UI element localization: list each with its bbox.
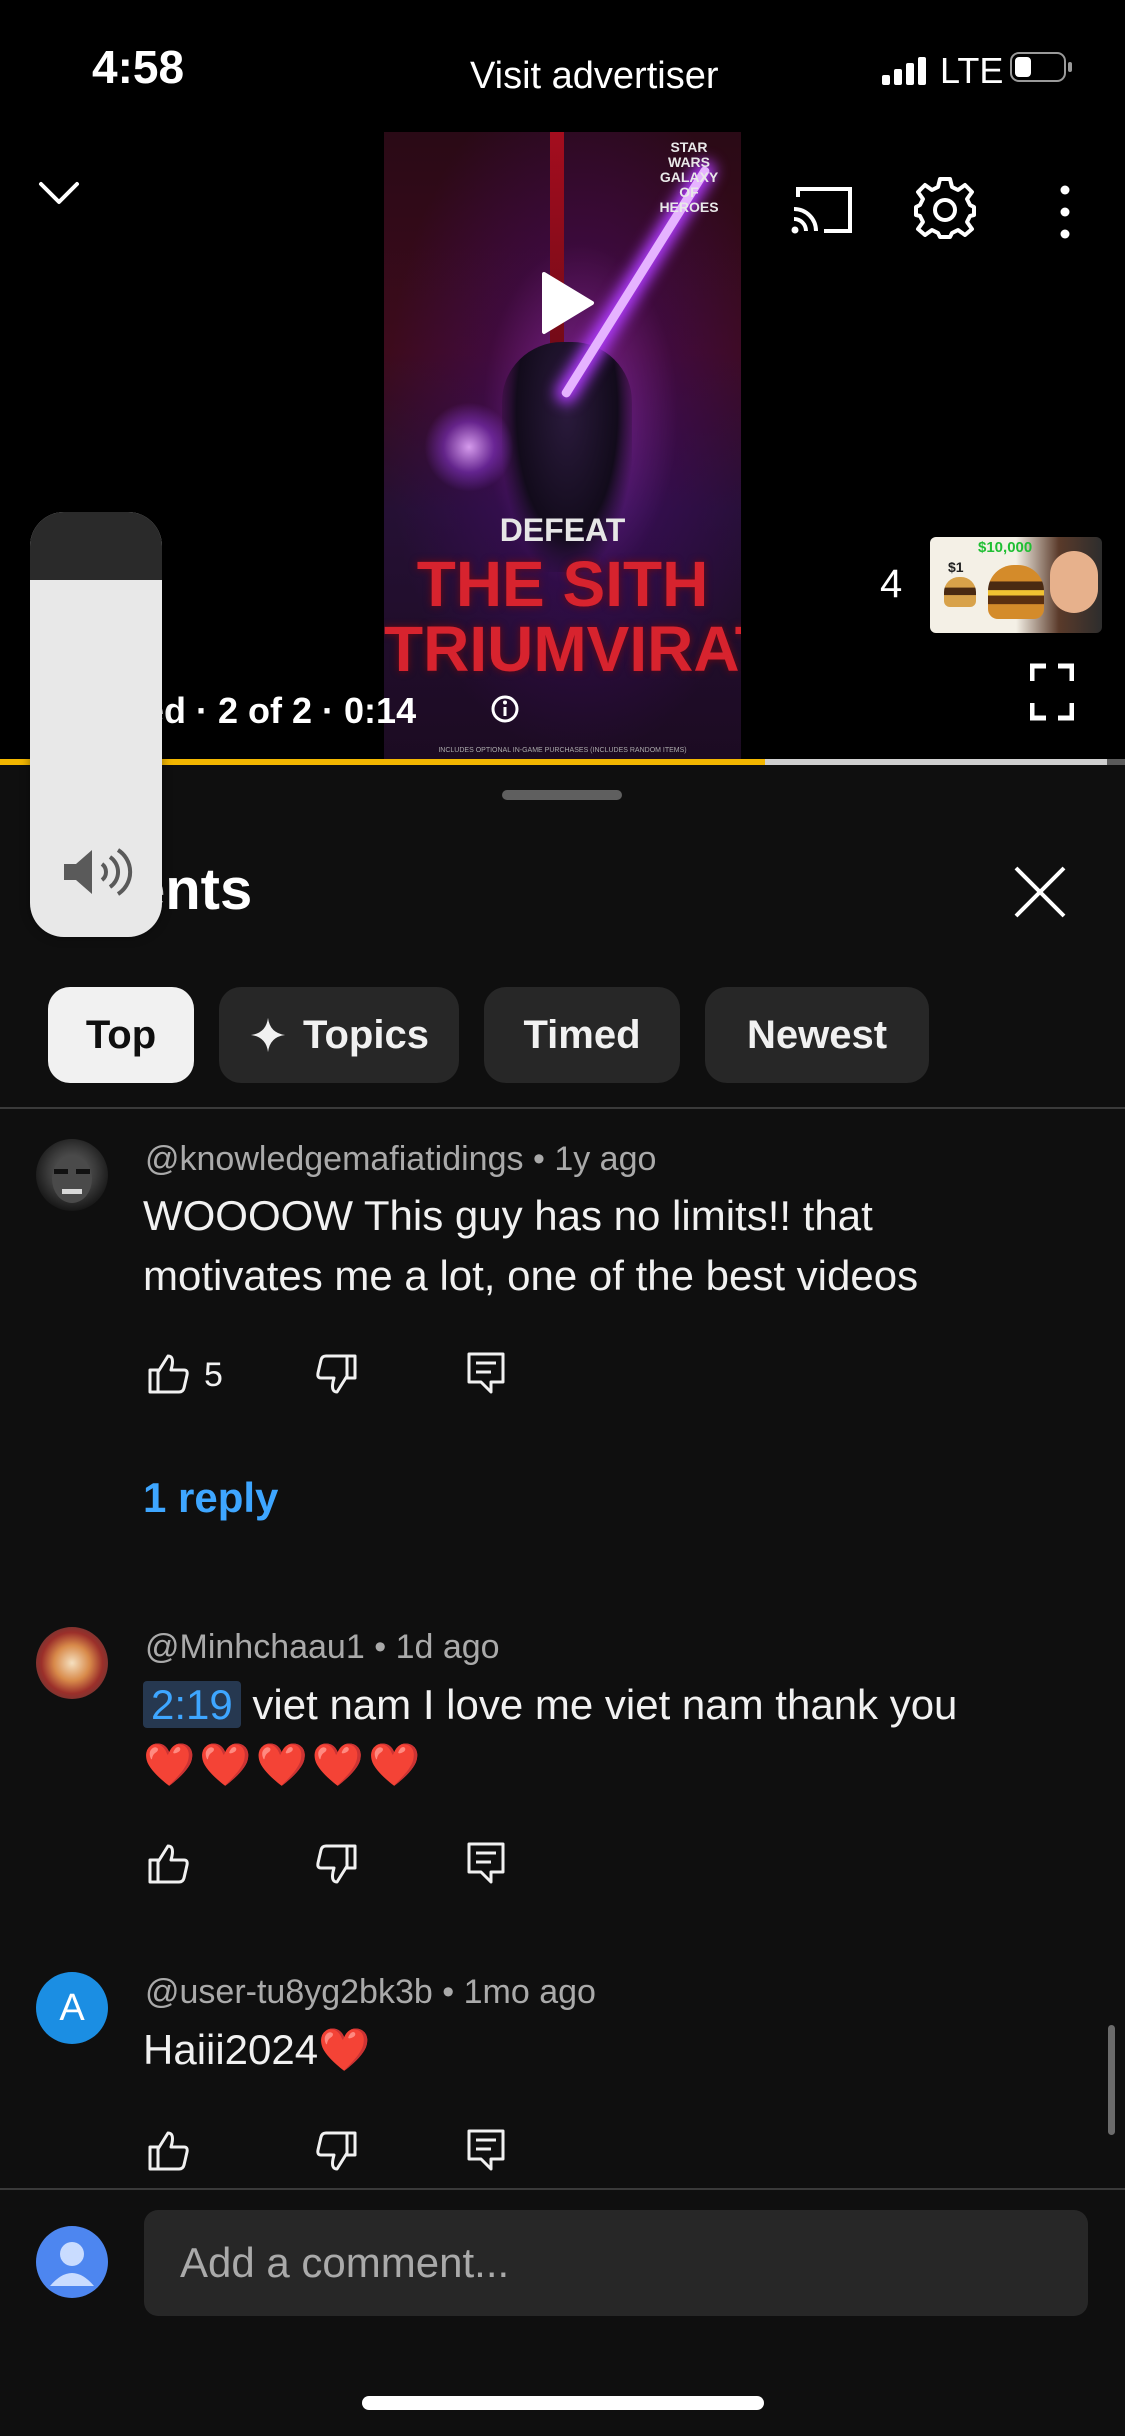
sparkle-icon xyxy=(250,1017,286,1053)
gear-icon[interactable] xyxy=(912,175,978,241)
thumb-up-icon[interactable] xyxy=(146,1840,192,1886)
like-count: 5 xyxy=(204,1356,223,1394)
divider xyxy=(0,1107,1125,1109)
comment-emoji-line: ❤️❤️❤️❤️❤️ xyxy=(143,1741,425,1788)
thumb-face xyxy=(1050,551,1098,613)
comment-age: 1mo ago xyxy=(463,1973,596,2011)
thumb-burger xyxy=(988,565,1044,619)
avatar-face-icon xyxy=(52,1155,92,1203)
next-video-thumbnail[interactable]: $10,000 $1 xyxy=(930,537,1102,633)
fullscreen-icon[interactable] xyxy=(1030,663,1074,721)
thumb-small-price: $1 xyxy=(948,559,964,575)
thumb-up-icon[interactable] xyxy=(146,1350,192,1396)
comment-text-line: Haiii2024❤️ xyxy=(143,2020,370,2080)
drag-handle[interactable] xyxy=(502,790,622,800)
comment-author[interactable]: @user-tu8yg2bk3b xyxy=(145,1973,433,2011)
thumb-down-icon[interactable] xyxy=(313,2129,359,2175)
network-label: LTE xyxy=(940,50,1004,91)
person-icon xyxy=(50,2242,94,2286)
chevron-down-icon[interactable] xyxy=(38,178,80,208)
chip-topics-label: Topics xyxy=(303,1012,429,1057)
comment-meta: @user-tu8yg2bk3b • 1mo ago xyxy=(145,1973,596,2011)
ad-lightning xyxy=(424,402,514,492)
comments-scrollbar[interactable] xyxy=(1108,2025,1115,2135)
queue-count: 4 xyxy=(880,562,903,606)
avatar[interactable] xyxy=(36,1627,108,1699)
add-comment-input[interactable] xyxy=(144,2210,1088,2316)
ad-game-logo: STAR WARS GALAXY OF HEROES xyxy=(659,139,719,215)
volume-slider-track xyxy=(30,512,162,580)
thumb-up-icon[interactable] xyxy=(146,2127,192,2173)
timestamp-link[interactable]: 2:19 xyxy=(143,1681,241,1728)
close-icon[interactable] xyxy=(1012,864,1068,920)
visit-advertiser-link[interactable]: Visit advertiser xyxy=(470,55,719,98)
chip-topics[interactable]: Topics xyxy=(219,987,459,1083)
volume-icon xyxy=(64,848,133,896)
comment-emoji: ❤️ xyxy=(318,2026,371,2073)
avatar[interactable] xyxy=(36,1139,108,1211)
avatar[interactable]: A xyxy=(36,1972,108,2044)
comment-age: 1d ago xyxy=(395,1628,500,1666)
reply-icon[interactable] xyxy=(463,1840,509,1886)
ad-video-frame[interactable]: STAR WARS GALAXY OF HEROES DEFEAT THE SI… xyxy=(384,132,741,762)
ad-headline-line-2: TRIUMVIRATE xyxy=(384,613,741,685)
thumb-price-label: $10,000 xyxy=(978,539,1033,556)
thumb-down-icon[interactable] xyxy=(313,1352,359,1398)
cast-icon[interactable] xyxy=(790,183,856,237)
ad-info-text: red · 2 of 2 · 0:14 xyxy=(130,690,417,731)
comment-text: Haiii2024 xyxy=(143,2026,319,2073)
comment-age: 1y ago xyxy=(554,1140,657,1178)
divider xyxy=(0,2188,1125,2190)
comment-author[interactable]: @knowledgemafiatidings xyxy=(145,1140,524,1178)
ad-kicker: DEFEAT xyxy=(499,512,626,548)
more-vert-icon[interactable] xyxy=(1052,182,1078,242)
signal-icon xyxy=(882,55,926,85)
play-icon[interactable] xyxy=(540,270,596,336)
battery-icon xyxy=(1010,52,1074,84)
chip-timed[interactable]: Timed xyxy=(484,987,680,1083)
volume-slider[interactable] xyxy=(30,512,162,937)
thumb-down-icon[interactable] xyxy=(313,1842,359,1888)
reply-icon[interactable] xyxy=(463,2127,509,2173)
status-time: 4:58 xyxy=(92,41,185,93)
ad-headline-line-1: THE SITH xyxy=(416,548,709,620)
ad-fine-print: INCLUDES OPTIONAL IN-GAME PURCHASES (INC… xyxy=(438,747,687,754)
thumb-small-burger xyxy=(944,577,976,607)
comment-meta: @Minhchaau1 • 1d ago xyxy=(145,1628,500,1666)
replies-link[interactable]: 1 reply xyxy=(143,1474,278,1522)
info-icon[interactable] xyxy=(490,694,520,724)
comment-meta: @knowledgemafiatidings • 1y ago xyxy=(145,1140,657,1178)
user-avatar-icon[interactable] xyxy=(36,2226,108,2298)
reply-icon[interactable] xyxy=(463,1350,509,1396)
comment-text: viet nam I love me viet nam thank you xyxy=(252,1681,958,1728)
chip-newest[interactable]: Newest xyxy=(705,987,929,1083)
chip-top[interactable]: Top xyxy=(48,987,194,1083)
comment-text-line: 2:19 viet nam I love me viet nam thank y… xyxy=(143,1675,957,1735)
comment-text-line: motivates me a lot, one of the best vide… xyxy=(143,1252,919,1299)
home-indicator[interactable] xyxy=(362,2396,764,2410)
comment-text-line: WOOOOW This guy has no limits!! that xyxy=(143,1192,873,1239)
comment-author[interactable]: @Minhchaau1 xyxy=(145,1628,365,1666)
